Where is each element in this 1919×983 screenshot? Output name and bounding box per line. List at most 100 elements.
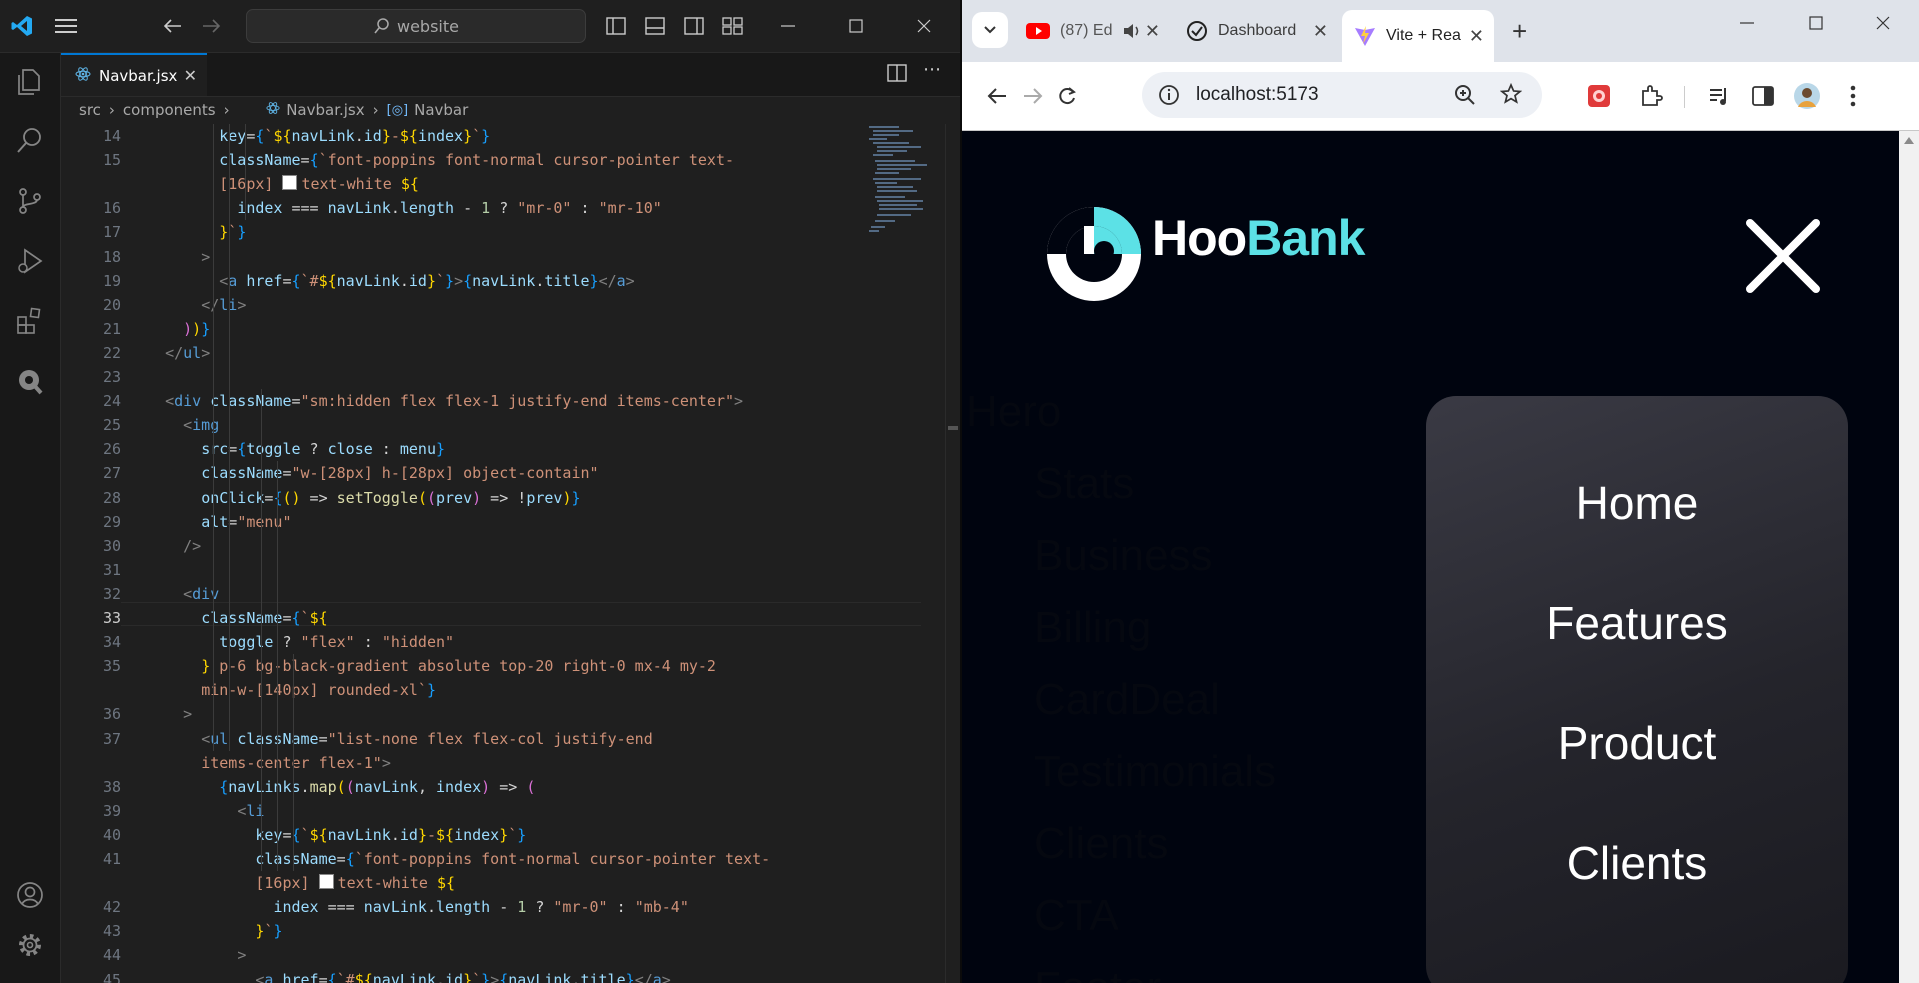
browser-tab-dashboard[interactable]: Dashboard ✕ — [1174, 10, 1338, 52]
minimize-icon[interactable] — [1739, 15, 1755, 35]
minimize-icon[interactable] — [774, 12, 802, 40]
split-editor-icon[interactable] — [887, 64, 907, 86]
reload-icon[interactable] — [1052, 81, 1082, 111]
breadcrumb-item[interactable]: src — [79, 101, 101, 119]
code-line[interactable]: </li> — [147, 293, 246, 317]
back-arrow-icon[interactable] — [158, 12, 186, 40]
url-text[interactable]: localhost:5173 — [1196, 84, 1319, 106]
code-line[interactable]: key={`${navLink.id}-${index}`} — [147, 823, 526, 847]
tab-close-icon[interactable]: ✕ — [1145, 21, 1160, 42]
bookmark-star-icon[interactable] — [1500, 83, 1522, 105]
code-line[interactable]: className={`${ — [147, 606, 327, 630]
toggle-secondary-sidebar-icon[interactable] — [680, 12, 708, 40]
code-line[interactable]: className={`font-poppins font-normal cur… — [147, 148, 734, 172]
code-line[interactable]: <a href={`#${navLink.id}`}>{navLink.titl… — [147, 269, 634, 293]
new-tab-icon[interactable]: + — [1512, 16, 1527, 47]
code-line[interactable]: > — [147, 245, 210, 269]
nav-link-home[interactable]: Home — [1426, 476, 1848, 530]
code-line[interactable]: <img — [147, 413, 219, 437]
extensions-icon[interactable] — [14, 305, 46, 337]
code-line[interactable]: ))} — [147, 317, 210, 341]
address-bar[interactable]: localhost:5173 — [1142, 72, 1542, 118]
forward-arrow-icon[interactable] — [198, 12, 226, 40]
close-menu-icon[interactable] — [1742, 215, 1824, 301]
code-line[interactable]: </ul> — [147, 341, 210, 365]
code-line[interactable]: src={toggle ? close : menu} — [147, 437, 445, 461]
code-line[interactable]: > — [147, 943, 246, 967]
code-line[interactable]: index === navLink.length - 1 ? "mr-0" : … — [147, 895, 688, 919]
extension-badge-icon[interactable] — [1584, 81, 1614, 111]
code-line[interactable]: <div className="sm:hidden flex flex-1 ju… — [147, 389, 743, 413]
tab-search-chevron-icon[interactable] — [972, 12, 1008, 48]
code-line[interactable]: } p-6 bg-black-gradient absolute top-20 … — [147, 654, 716, 678]
zoom-icon[interactable] — [1454, 84, 1476, 106]
code-line[interactable]: [16px] text-white ${ — [147, 172, 419, 196]
browser-tab-youtube[interactable]: (87) Ed ✕ — [1022, 10, 1170, 52]
explorer-icon[interactable] — [14, 65, 46, 97]
code-line[interactable]: }`} — [147, 919, 282, 943]
page-scrollbar[interactable] — [1899, 131, 1919, 983]
code-line[interactable]: alt="menu" — [147, 510, 291, 534]
tab-navbar-jsx[interactable]: Navbar.jsx ✕ — [61, 53, 207, 96]
color-swatch-icon[interactable] — [282, 175, 298, 190]
nav-link-clients[interactable]: Clients — [1426, 836, 1848, 890]
site-info-icon[interactable] — [1158, 84, 1180, 106]
code-line[interactable]: <div — [147, 582, 219, 606]
extensions-puzzle-icon[interactable] — [1636, 81, 1666, 111]
tab-close-icon[interactable]: ✕ — [1313, 21, 1328, 42]
back-arrow-icon[interactable] — [982, 81, 1012, 111]
breadcrumb-item[interactable]: Navbar.jsx — [286, 101, 364, 119]
close-icon[interactable] — [1875, 15, 1891, 35]
code-line[interactable]: /> — [147, 534, 201, 558]
code-line[interactable]: <li — [147, 799, 264, 823]
tab-close-icon[interactable]: ✕ — [184, 66, 197, 85]
maximize-icon[interactable] — [842, 12, 870, 40]
more-actions-icon[interactable]: ⋯ — [923, 59, 941, 80]
breadcrumb-item[interactable]: components — [123, 101, 216, 119]
side-panel-icon[interactable] — [1748, 81, 1778, 111]
tab-close-icon[interactable]: ✕ — [1469, 26, 1484, 47]
code-editor[interactable]: 14 15 16 17 18 19 20 21 22 23 24 25 26 27 28 29 30 31 32 33… — [61, 124, 960, 983]
run-debug-icon[interactable] — [14, 245, 46, 277]
code-line[interactable]: index === navLink.length - 1 ? "mr-0" : … — [147, 196, 661, 220]
settings-gear-icon[interactable] — [14, 929, 46, 961]
media-control-icon[interactable] — [1704, 81, 1734, 111]
toggle-panel-icon[interactable] — [641, 12, 669, 40]
code-line[interactable]: min-w-[140px] rounded-xl`} — [147, 678, 436, 702]
code-line[interactable]: }`} — [147, 220, 246, 244]
browser-menu-icon[interactable] — [1838, 81, 1868, 111]
code-line[interactable]: > — [147, 702, 192, 726]
forward-arrow-icon[interactable] — [1018, 81, 1048, 111]
code-area[interactable]: key={`${navLink.id}-${index}`} className… — [147, 124, 917, 983]
browser-tab-vite[interactable]: Vite + Rea ✕ — [1342, 10, 1494, 62]
code-line[interactable]: key={`${navLink.id}-${index}`} — [147, 124, 490, 148]
code-line[interactable]: <ul className="list-none flex flex-col j… — [147, 727, 653, 751]
minimap[interactable] — [865, 124, 945, 264]
breadcrumb-item[interactable]: Navbar — [414, 101, 468, 119]
search-icon[interactable] — [14, 125, 46, 157]
audio-playing-icon[interactable] — [1122, 22, 1142, 40]
toggle-primary-sidebar-icon[interactable] — [602, 12, 630, 40]
code-line[interactable]: {navLinks.map((navLink, index) => ( — [147, 775, 535, 799]
code-line[interactable]: toggle ? "flex" : "hidden" — [147, 630, 454, 654]
nav-link-features[interactable]: Features — [1426, 596, 1848, 650]
scroll-up-arrow-icon[interactable] — [1904, 137, 1914, 144]
color-swatch-icon[interactable] — [318, 874, 334, 889]
editor-scrollbar[interactable] — [945, 124, 960, 983]
maximize-icon[interactable] — [1808, 15, 1824, 35]
code-line[interactable]: className="w-[28px] h-[28px] object-cont… — [147, 461, 599, 485]
nav-link-product[interactable]: Product — [1426, 716, 1848, 770]
code-line[interactable]: [16px] text-white ${ — [147, 871, 455, 895]
menu-icon[interactable] — [52, 12, 80, 40]
remote-explorer-icon[interactable] — [14, 365, 46, 397]
code-line[interactable]: items-center flex-1"> — [147, 751, 391, 775]
code-line[interactable]: className={`font-poppins font-normal cur… — [147, 847, 770, 871]
customize-layout-icon[interactable] — [719, 12, 747, 40]
profile-avatar[interactable] — [1792, 81, 1822, 111]
source-control-icon[interactable] — [14, 185, 46, 217]
command-center-search[interactable]: website — [246, 9, 586, 43]
close-icon[interactable] — [910, 12, 938, 40]
accounts-icon[interactable] — [14, 879, 46, 911]
code-token: "w-[28px] h-[28px] object-contain" — [291, 464, 599, 482]
code-line[interactable]: <a href={`#${navLink.id}`}>{navLink.titl… — [147, 968, 670, 983]
